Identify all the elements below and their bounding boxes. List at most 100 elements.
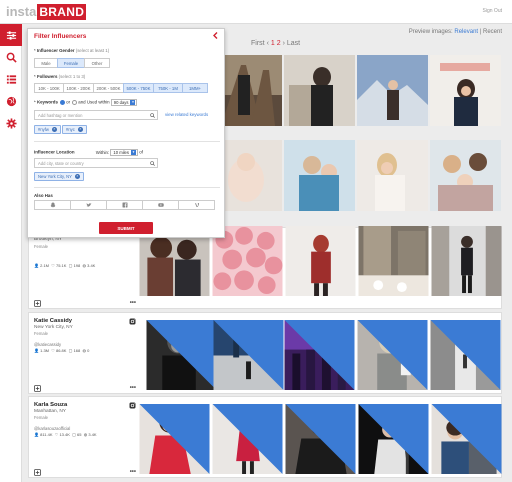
submit-button[interactable]: SUBMIT [99, 222, 153, 234]
more-options-button[interactable]: ••• [130, 469, 136, 475]
page-1-link[interactable]: 1 [271, 40, 275, 47]
instabrand-logo[interactable]: insta BRAND [6, 3, 87, 20]
add-icon[interactable] [34, 385, 41, 392]
influencer-stats: 👤 2.1M ♡ 75.1K ▢ 198 ◍ 3.4K [34, 263, 96, 268]
more-options-button[interactable]: ••• [130, 385, 136, 391]
influencer-card: Karla Souza Manhattan, NY Female @karlas… [28, 396, 502, 478]
keyword-chip[interactable]: #nyc × [62, 125, 87, 134]
keywords-or-radio[interactable] [60, 100, 66, 105]
influencer-stats: 👤 1.3M ♡ 86.8K ▢ 168 ◍ 0 [34, 348, 90, 353]
add-icon[interactable] [34, 469, 41, 476]
keywords-and-radio[interactable] [72, 100, 78, 105]
search-icon [150, 161, 155, 166]
sign-out-link[interactable]: Sign Out [483, 8, 502, 14]
remove-chip-icon[interactable]: × [74, 174, 80, 179]
verified-badge-icon [213, 320, 284, 390]
influencer-info: Katie Cassidy New York City, NY Female @… [31, 313, 139, 395]
influencer-card: Katie Cassidy New York City, NY Female @… [28, 312, 502, 394]
post-thumbnail[interactable] [431, 226, 502, 296]
facebook-option[interactable] [106, 200, 143, 210]
post-thumbnail[interactable] [285, 226, 356, 296]
location-chip[interactable]: New York City, NY × [34, 172, 84, 181]
post-thumbnail[interactable] [431, 404, 502, 474]
preview-recent-link[interactable]: Recent [483, 29, 502, 35]
remove-chip-icon[interactable]: × [51, 127, 57, 132]
grid-image[interactable] [430, 140, 501, 211]
influencer-name[interactable]: Katie Cassidy [34, 318, 72, 324]
logo-prefix: insta [6, 4, 37, 19]
twitter-option[interactable] [70, 200, 107, 210]
verified-badge-icon [285, 404, 356, 474]
post-thumbnail[interactable] [146, 320, 217, 390]
view-related-keywords-link[interactable]: view related keywords [165, 112, 208, 117]
collapse-panel-button[interactable] [213, 32, 218, 41]
settings-button[interactable] [0, 112, 22, 134]
influencer-location: Manhattan, NY [34, 409, 66, 414]
globe-button[interactable] [0, 90, 22, 112]
influencer-gender: Female [34, 415, 48, 420]
post-thumbnail[interactable] [357, 320, 428, 390]
next-page-link[interactable]: › [283, 40, 285, 47]
page-2-link[interactable]: 2 [277, 40, 281, 47]
youtube-option[interactable] [142, 200, 179, 210]
post-thumbnail[interactable] [139, 404, 210, 474]
verified-badge-icon [284, 320, 355, 390]
chevron-left-icon [213, 32, 218, 39]
comment-icon: ▢ [68, 263, 73, 268]
location-row: Influencer Location Within: 10 miles ▾ of [34, 149, 143, 156]
miles-dropdown[interactable]: 10 miles ▾ [110, 149, 138, 156]
followers-500k-750k[interactable]: 500K - 750K [123, 83, 154, 93]
list-button[interactable] [0, 68, 22, 90]
followers-10k-100k[interactable]: 10K - 100K [34, 83, 64, 93]
remove-chip-icon[interactable]: × [77, 127, 83, 132]
days-dropdown[interactable]: 90 days ▾ [110, 99, 138, 106]
preview-relevant-link[interactable]: Relevant [454, 29, 478, 35]
instagram-icon[interactable] [129, 402, 136, 409]
post-thumbnail[interactable] [213, 320, 284, 390]
grid-image[interactable] [430, 55, 501, 126]
grid-image[interactable] [284, 55, 355, 126]
vine-option[interactable] [178, 200, 215, 210]
followers-750k-1m[interactable]: 750K - 1M [153, 83, 183, 93]
post-thumbnail[interactable] [285, 404, 356, 474]
instagram-icon[interactable] [129, 318, 136, 325]
influencer-handle[interactable]: @katiecassidy [34, 342, 61, 347]
location-input[interactable]: Add city, state or country [34, 158, 158, 168]
influencer-name[interactable]: Karla Souza [34, 402, 67, 408]
grid-image[interactable] [357, 140, 428, 211]
filter-panel: Filter Influencers * Influencer Gender (… [27, 28, 225, 238]
logo-brand: BRAND [37, 3, 87, 20]
engagement-icon: ◍ [82, 348, 86, 353]
influencer-gender: Female [34, 331, 48, 336]
search-button[interactable] [0, 46, 22, 68]
gender-female-option[interactable]: Female [57, 58, 85, 68]
prev-page-link[interactable]: ‹ [267, 40, 269, 47]
snapchat-icon [50, 202, 55, 208]
snapchat-option[interactable] [34, 200, 71, 210]
followers-100k-200k[interactable]: 100K - 200K [63, 83, 94, 93]
last-page-link[interactable]: Last [287, 40, 300, 47]
keyword-input[interactable]: Add hashtag or mention [34, 110, 158, 120]
grid-image[interactable] [284, 140, 355, 211]
influencer-handle[interactable]: @karlasouzaofficial [34, 426, 70, 431]
post-thumbnail[interactable] [358, 404, 429, 474]
followers-1mm-plus[interactable]: 1MM+ [182, 83, 208, 93]
post-thumbnail[interactable] [284, 320, 355, 390]
gender-selector: Male Female Other [34, 58, 110, 68]
post-thumbnail[interactable] [212, 404, 283, 474]
more-options-button[interactable]: ••• [130, 300, 136, 306]
add-icon[interactable] [34, 300, 41, 307]
followers-200k-500k[interactable]: 200K - 500K [93, 83, 124, 93]
filter-sliders-button[interactable] [0, 24, 22, 46]
first-page-link[interactable]: First [251, 40, 265, 47]
search-icon [150, 113, 155, 118]
followers-selector: 10K - 100K 100K - 200K 200K - 500K 500K … [34, 83, 208, 93]
keyword-chip[interactable]: #nyfw × [34, 125, 61, 134]
post-thumbnail[interactable] [358, 226, 429, 296]
grid-image[interactable] [357, 55, 428, 126]
post-thumbnail[interactable] [430, 320, 501, 390]
verified-badge-icon [212, 404, 283, 474]
gender-male-option[interactable]: Male [34, 58, 58, 68]
gender-other-option[interactable]: Other [84, 58, 110, 68]
youtube-icon [157, 203, 164, 207]
